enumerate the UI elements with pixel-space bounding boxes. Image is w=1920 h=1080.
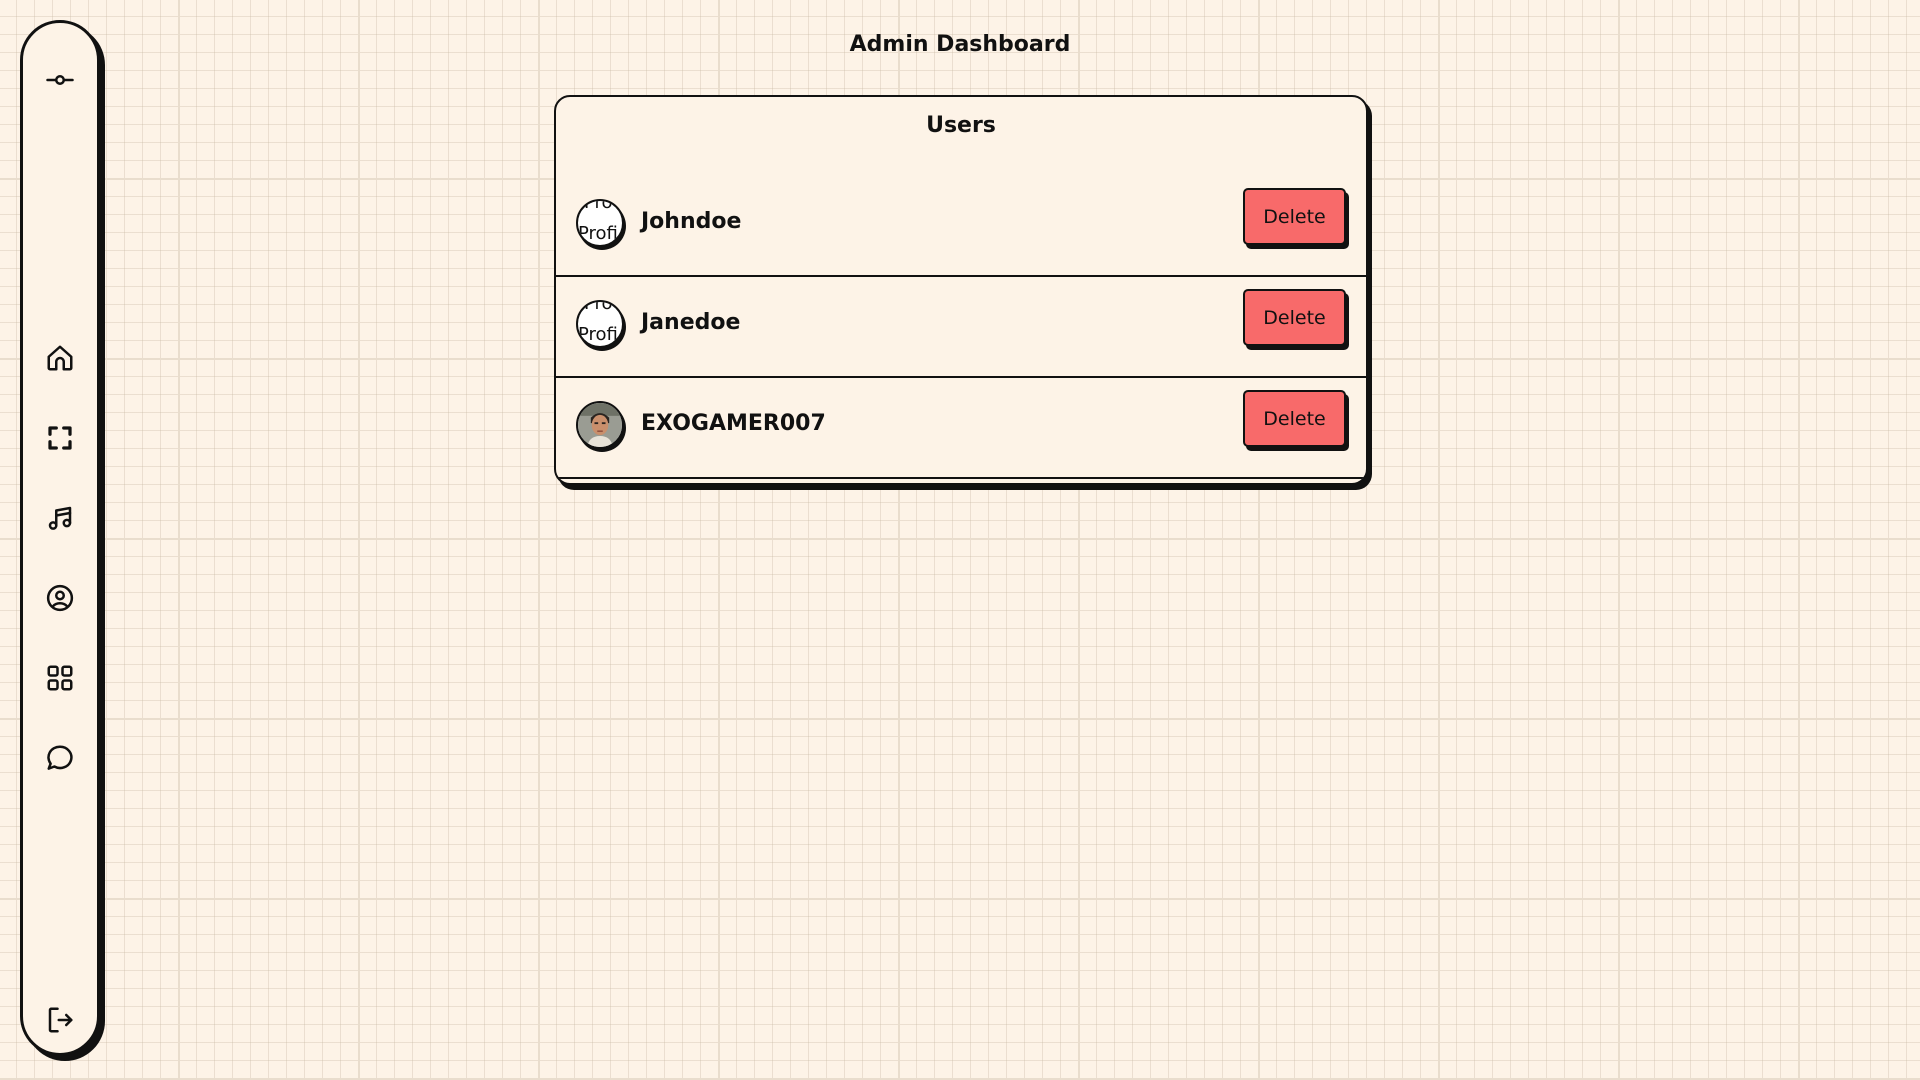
username: Johndoe — [641, 209, 742, 234]
user-circle-icon[interactable] — [43, 581, 77, 615]
music-icon[interactable] — [43, 501, 77, 535]
commit-icon[interactable] — [43, 63, 77, 97]
avatar: Pro Profi — [576, 199, 624, 247]
delete-user-button[interactable]: Delete — [1243, 289, 1346, 346]
home-icon[interactable] — [43, 341, 77, 375]
user-row: Pro Profi Johndoe Delete — [556, 176, 1366, 277]
sidebar — [20, 20, 100, 1056]
username: EXOGAMER007 — [641, 411, 826, 436]
logout-icon[interactable] — [43, 1003, 77, 1037]
delete-user-button[interactable]: Delete — [1243, 390, 1346, 447]
scan-icon[interactable] — [43, 421, 77, 455]
chat-icon[interactable] — [43, 741, 77, 775]
delete-user-button[interactable]: Delete — [1243, 188, 1346, 245]
grid-icon[interactable] — [43, 661, 77, 695]
avatar: Pro Profi — [576, 300, 624, 348]
avatar-alt-text: Profi — [578, 324, 618, 345]
user-photo-icon — [578, 403, 622, 447]
user-row: Pro Profi Janedoe Delete — [556, 277, 1366, 378]
avatar-alt-text: Profi — [578, 223, 618, 244]
users-card-title: Users — [926, 113, 996, 138]
username: Janedoe — [641, 310, 741, 335]
avatar-photo — [576, 401, 624, 449]
user-row: EXOGAMER007 Delete — [556, 378, 1366, 479]
user-list: Pro Profi Johndoe Delete Pro Profi Janed… — [556, 176, 1366, 479]
users-card: Users Pro Profi Johndoe Delete Pro Profi… — [554, 95, 1368, 485]
page-title: Admin Dashboard — [849, 32, 1071, 57]
